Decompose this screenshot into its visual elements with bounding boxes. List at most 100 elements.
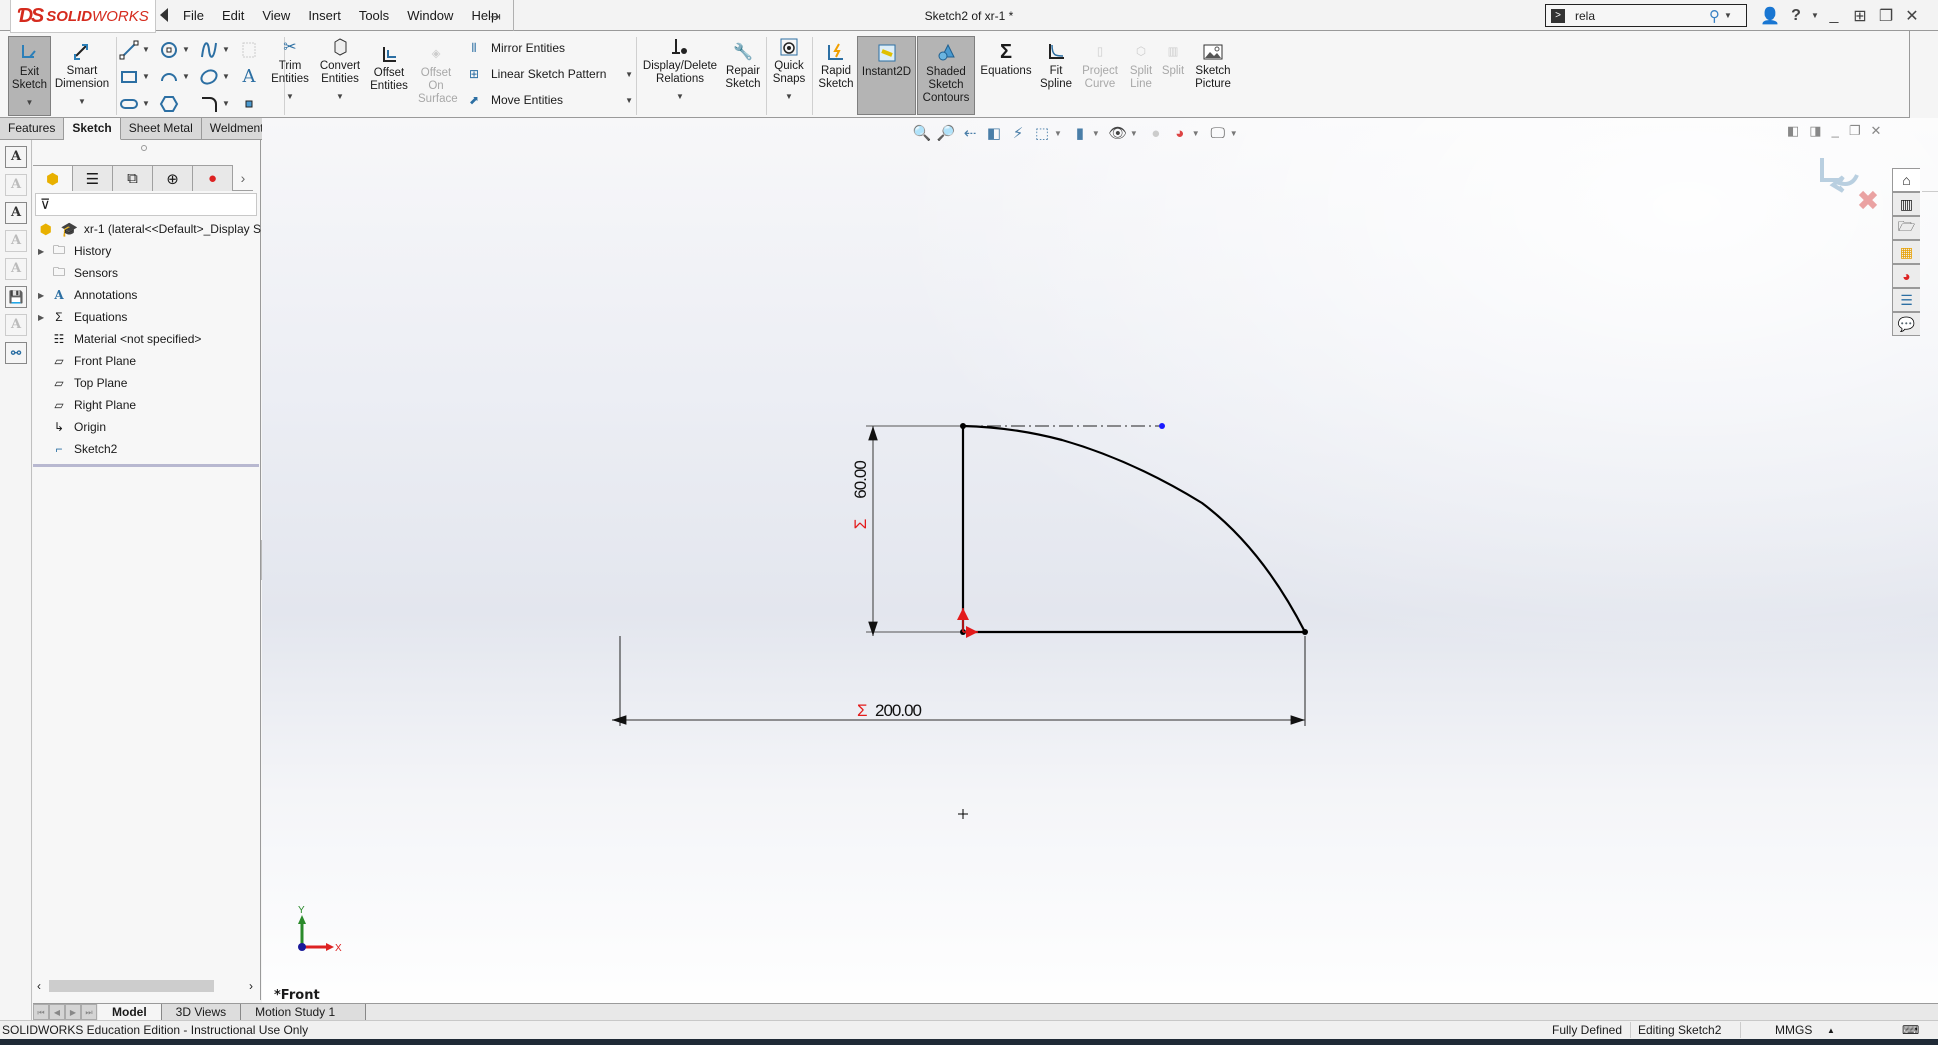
- repair-sketch-button[interactable]: 🔧 Repair Sketch: [724, 31, 762, 91]
- split-button[interactable]: ▥ Split: [1158, 31, 1188, 78]
- note-link-icon[interactable]: A: [5, 258, 27, 280]
- close-icon[interactable]: ✕: [1899, 6, 1925, 26]
- prev-tab-icon[interactable]: ◀: [49, 1004, 65, 1020]
- help-icon[interactable]: ?: [1783, 7, 1809, 25]
- more-tabs-chevron-icon[interactable]: ›: [233, 165, 253, 190]
- linear-sketch-pattern-button[interactable]: ⊞ Linear Sketch Pattern ▼: [463, 61, 633, 87]
- line-dropdown-icon[interactable]: ▼: [142, 45, 150, 54]
- search-commands-box[interactable]: > ⚲ ▼: [1545, 4, 1747, 27]
- tree-item-equations[interactable]: ▶ Σ Equations: [33, 306, 261, 328]
- menu-collapse-arrow-icon[interactable]: [160, 8, 168, 22]
- expand-arrow-icon[interactable]: ▶: [38, 247, 50, 256]
- fit-spline-button[interactable]: Fit Spline: [1038, 31, 1074, 91]
- pin-menu-icon[interactable]: ⇥: [490, 9, 501, 25]
- rollback-bar[interactable]: [33, 464, 259, 467]
- configuration-manager-tab[interactable]: ⧉: [113, 165, 153, 191]
- menu-edit[interactable]: Edit: [213, 8, 253, 23]
- tab-sheet-metal[interactable]: Sheet Metal: [120, 118, 202, 140]
- exit-sketch-dropdown-icon[interactable]: ▼: [26, 96, 34, 109]
- relations-dropdown-icon[interactable]: ▼: [676, 90, 684, 103]
- solidworks-logo[interactable]: ƊS SOLIDWORKS: [10, 0, 156, 33]
- exit-sketch-button[interactable]: Exit Sketch ▼: [8, 36, 51, 116]
- edit-note-icon[interactable]: A: [5, 174, 27, 196]
- display-delete-relations-button[interactable]: Display/Delete Relations ▼: [640, 31, 720, 103]
- tab-motion-study-1[interactable]: Motion Study 1: [241, 1004, 367, 1020]
- property-manager-tab[interactable]: ☰: [73, 165, 113, 191]
- tab-features[interactable]: Features: [0, 118, 65, 140]
- rebuild-status-icon[interactable]: ⌨: [1902, 1023, 1919, 1037]
- graphics-area[interactable]: 🔍 🔎 ⇠ ◧ ⚡ ⬚ ▼ ▮ ▼ 👁 ▼ ● ◕ ▼ 🖵 ▼ ◧ ◨ _ ❐ ✕: [262, 118, 1938, 1018]
- shaded-sketch-contours-button[interactable]: Shaded Sketch Contours: [917, 36, 975, 115]
- tree-filter-field[interactable]: ⊽: [35, 193, 257, 216]
- menu-view[interactable]: View: [253, 8, 299, 23]
- scroll-right-icon[interactable]: ›: [249, 979, 253, 993]
- arc-dropdown-icon[interactable]: ▼: [182, 72, 190, 81]
- menu-tools[interactable]: Tools: [350, 8, 398, 23]
- unit-system-menu-icon[interactable]: ▲: [1827, 1026, 1835, 1035]
- display-manager-tab[interactable]: ●: [193, 165, 233, 191]
- tree-item-sensors[interactable]: 🗀 Sensors: [33, 262, 261, 284]
- search-dropdown-icon[interactable]: ▼: [1724, 11, 1732, 20]
- trim-dropdown-icon[interactable]: ▼: [286, 90, 294, 103]
- last-tab-icon[interactable]: ⏭: [81, 1004, 97, 1020]
- tree-root[interactable]: ⬢ 🎓 xr-1 (lateral<<Default>_Display S: [33, 218, 261, 240]
- tab-sketch[interactable]: Sketch: [64, 118, 121, 140]
- convert-entities-button[interactable]: Convert Entities ▼: [317, 31, 363, 103]
- sketch-canvas[interactable]: Σ 60.00 Σ 200.00 Y X: [262, 118, 1938, 1018]
- insert-note-icon[interactable]: A: [5, 202, 27, 224]
- tree-item-origin[interactable]: ↳ Origin: [33, 416, 261, 438]
- rectangle-tool[interactable]: ▼: [118, 66, 158, 88]
- quick-snaps-button[interactable]: Quick Snaps ▼: [770, 31, 808, 103]
- expand-arrow-icon[interactable]: ▶: [38, 291, 50, 300]
- fillet-tool[interactable]: ▼: [198, 93, 238, 115]
- tree-horizontal-scrollbar[interactable]: ‹ ›: [33, 978, 259, 994]
- sketch-spline-curve[interactable]: [962, 424, 1306, 633]
- note-icon[interactable]: A: [5, 146, 27, 168]
- tree-item-history[interactable]: ▶ 🗀 History: [33, 240, 261, 262]
- panel-grip[interactable]: [141, 145, 147, 151]
- tab-model[interactable]: Model: [98, 1004, 162, 1020]
- instant2d-button[interactable]: Instant2D: [857, 36, 916, 115]
- ellipse-tool[interactable]: ▼: [198, 66, 238, 88]
- smart-dimension-dropdown-icon[interactable]: ▼: [78, 95, 86, 108]
- help-dropdown-icon[interactable]: ▼: [1809, 11, 1821, 20]
- restore-icon[interactable]: ❐: [1873, 6, 1899, 26]
- spline-handle-point[interactable]: [1159, 423, 1165, 429]
- linear-pattern-dropdown-icon[interactable]: ▼: [625, 70, 633, 79]
- arc-tool[interactable]: ▼: [158, 66, 198, 88]
- mirror-entities-button[interactable]: ⫴ Mirror Entities: [463, 35, 633, 61]
- split-line-button[interactable]: ⬡ Split Line: [1124, 31, 1158, 91]
- spline-dropdown-icon[interactable]: ▼: [222, 45, 230, 54]
- tree-item-right-plane[interactable]: ▱ Right Plane: [33, 394, 261, 416]
- fit-window-icon[interactable]: ⊞: [1847, 6, 1873, 26]
- tree-item-sketch2[interactable]: ⌐ Sketch2: [33, 438, 261, 460]
- trim-entities-button[interactable]: ✂ Trim Entities ▼: [270, 31, 310, 103]
- sketch-endpoint[interactable]: [1302, 629, 1308, 635]
- scrollbar-thumb[interactable]: [49, 980, 214, 992]
- equations-button[interactable]: Σ Equations: [978, 31, 1034, 78]
- menu-insert[interactable]: Insert: [299, 8, 350, 23]
- link-dimension-icon[interactable]: ⚯: [5, 342, 27, 364]
- menu-window[interactable]: Window: [398, 8, 462, 23]
- tree-item-top-plane[interactable]: ▱ Top Plane: [33, 372, 261, 394]
- scroll-left-icon[interactable]: ‹: [37, 979, 41, 993]
- slot-tool[interactable]: ▼: [118, 93, 158, 115]
- feature-manager-tab[interactable]: ⬢: [33, 165, 73, 191]
- slot-dropdown-icon[interactable]: ▼: [142, 99, 150, 108]
- ellipse-dropdown-icon[interactable]: ▼: [222, 72, 230, 81]
- expand-arrow-icon[interactable]: ▶: [38, 313, 50, 322]
- search-icon[interactable]: ⚲: [1709, 7, 1720, 25]
- add-note-icon[interactable]: A: [5, 230, 27, 252]
- sketch-picture-button[interactable]: Sketch Picture: [1192, 31, 1234, 91]
- annotation-view-icon[interactable]: A: [5, 314, 27, 336]
- project-curve-button[interactable]: ▯ Project Curve: [1078, 31, 1122, 91]
- smart-dimension-button[interactable]: Smart Dimension ▼: [53, 36, 111, 108]
- user-icon[interactable]: 👤: [1757, 6, 1783, 26]
- tree-item-material[interactable]: ☷ Material <not specified>: [33, 328, 261, 350]
- search-input[interactable]: [1575, 8, 1705, 23]
- spline-tool[interactable]: ▼: [198, 39, 238, 61]
- dimxpert-manager-tab[interactable]: ⊕: [153, 165, 193, 191]
- tree-item-annotations[interactable]: ▶ A Annotations: [33, 284, 261, 306]
- tab-3d-views[interactable]: 3D Views: [161, 1004, 242, 1020]
- fillet-dropdown-icon[interactable]: ▼: [222, 99, 230, 108]
